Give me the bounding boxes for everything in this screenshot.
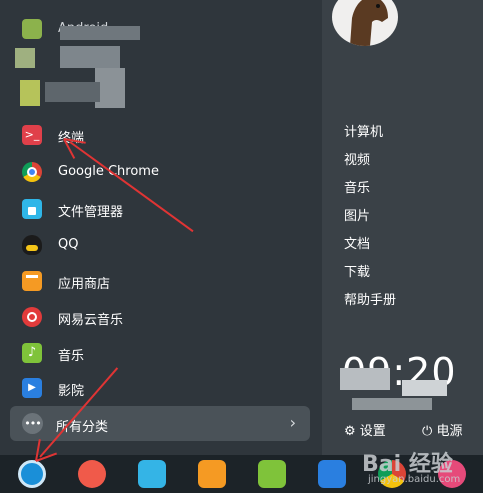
store-dock-icon[interactable] [198,460,226,488]
terminal-icon: >_ [22,125,42,145]
blur-patch [60,46,120,68]
netease-music-icon [22,307,42,327]
folder-videos[interactable]: 视频 [344,149,370,168]
blur-patch [45,82,100,102]
blur-patch [352,398,432,410]
settings-button[interactable]: ⚙ 设置 [344,420,386,439]
music-note-icon: ♪ [22,343,42,363]
blur-patch [402,380,447,396]
app-chrome[interactable]: Google Chrome [8,157,314,187]
folder-music[interactable]: 音乐 [344,177,370,196]
app-qq[interactable]: QQ [8,230,314,260]
app-icon [22,19,42,39]
app-label: 影院 [58,384,85,399]
blur-patch [340,368,390,390]
app-label: 应用商店 [58,277,111,292]
gear-icon: ⚙ [344,424,356,439]
power-button[interactable]: ⏻ 电源 [422,420,462,439]
watermark-domain: jingyan.baidu.com [368,474,461,485]
settings-label: 设置 [359,424,386,439]
app-label: 网易云音乐 [58,313,124,328]
all-categories-label: 所有分类 [56,420,109,435]
app-music[interactable]: ♪ 音乐 [8,338,314,368]
all-categories-button[interactable]: ••• 所有分类 › [10,406,310,441]
music-dock-icon[interactable] [258,460,286,488]
avatar[interactable] [332,0,398,46]
blur-patch [60,26,140,40]
app-list-panel: Android >_ 终端 Google Chrome 文件管理器 [0,0,322,455]
folder-icon [22,199,42,219]
app-cinema[interactable]: ▶ 影院 [8,373,314,403]
screen-recorder-dock-icon[interactable] [78,460,106,488]
blur-patch [20,80,40,106]
app-label: 文件管理器 [58,205,124,220]
app-label: 音乐 [58,349,85,364]
folder-downloads[interactable]: 下载 [344,261,370,280]
cinema-dock-icon[interactable] [318,460,346,488]
power-label: 电源 [436,424,463,439]
blur-patch [15,48,35,68]
chevron-right-icon: › [289,413,296,432]
folder-help-manual[interactable]: 帮助手册 [344,289,396,308]
store-bag-icon [22,271,42,291]
folder-computer[interactable]: 计算机 [344,121,383,140]
qq-penguin-icon [22,235,42,255]
launcher-dock-icon[interactable] [18,460,46,488]
places-panel: 计算机 视频 音乐 图片 文档 下载 帮助手册 09:20 ⚙ 设置 ⏻ 电源 [322,0,483,455]
app-store[interactable]: 应用商店 [8,266,314,296]
folder-dock-icon[interactable] [138,460,166,488]
app-netease-music[interactable]: 网易云音乐 [8,302,314,332]
launcher-window: Android >_ 终端 Google Chrome 文件管理器 [0,0,483,455]
app-row-obscured-1[interactable]: Android [8,14,314,44]
app-label: QQ [58,237,79,252]
folder-documents[interactable]: 文档 [344,233,370,252]
folder-pictures[interactable]: 图片 [344,205,370,224]
app-terminal[interactable]: >_ 终端 [8,120,314,150]
film-icon: ▶ [22,378,42,398]
more-dots-icon: ••• [22,413,43,434]
horse-avatar-icon [350,0,388,46]
power-icon: ⏻ [422,424,433,439]
chrome-icon [22,162,42,182]
